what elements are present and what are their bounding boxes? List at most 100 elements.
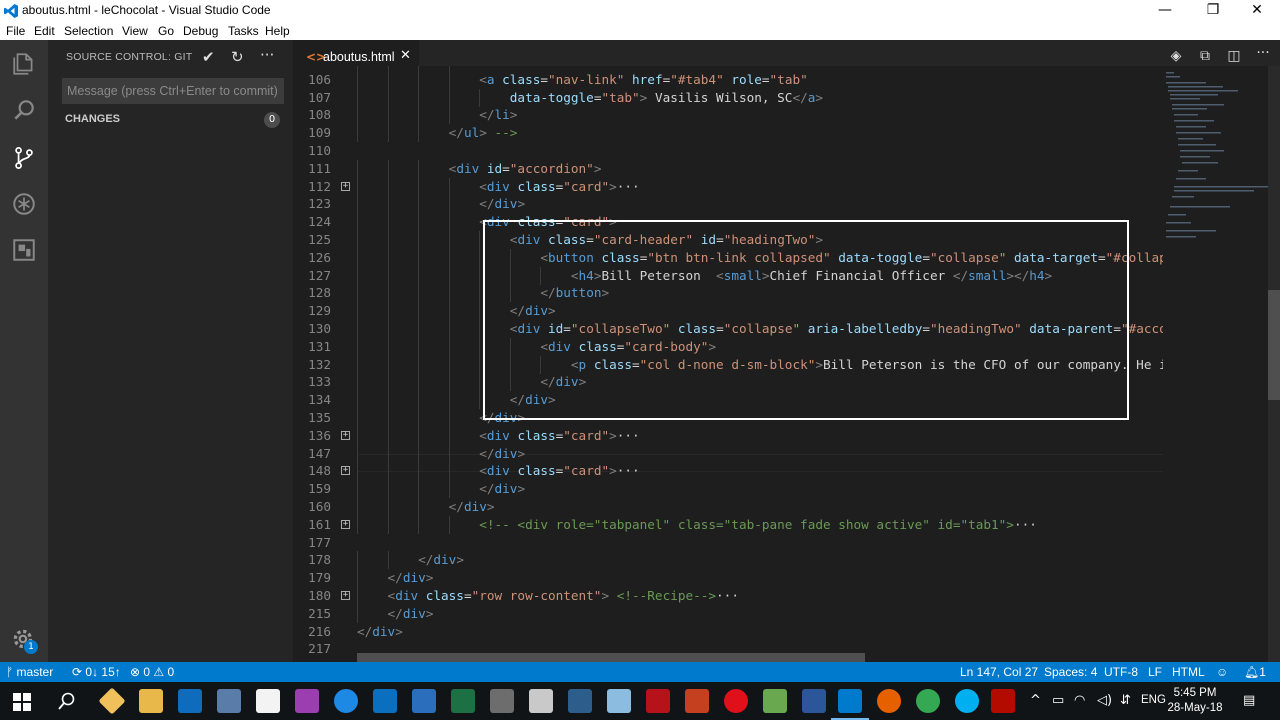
skype-icon[interactable] — [955, 689, 979, 713]
filezilla-icon[interactable] — [646, 689, 670, 713]
app-icon-5[interactable] — [529, 689, 553, 713]
horizontal-scrollbar-thumb[interactable] — [357, 653, 865, 662]
store-icon[interactable] — [373, 689, 397, 713]
end-of-line[interactable]: LF — [1148, 665, 1162, 679]
changes-label[interactable]: CHANGES — [65, 113, 120, 125]
split-editor-icon[interactable]: ◫ — [1224, 48, 1244, 68]
minimap[interactable] — [1163, 66, 1269, 662]
search-icon[interactable] — [0, 88, 48, 132]
extensions-icon[interactable] — [0, 228, 48, 272]
network-icon[interactable]: ⇵ — [1120, 693, 1131, 708]
menu-selection[interactable]: Selection — [64, 24, 113, 38]
language-mode[interactable]: HTML — [1172, 665, 1205, 679]
code-line[interactable]: 112 + <div class="card">··· — [293, 177, 1163, 196]
menu-tasks[interactable]: Tasks — [228, 24, 259, 38]
indentation[interactable]: Spaces: 4 — [1044, 665, 1097, 679]
action-center-icon[interactable]: ▤ — [1243, 693, 1255, 708]
code-line[interactable]: 216 </div> — [293, 623, 1163, 641]
powershell-icon[interactable] — [412, 689, 436, 713]
debug-icon[interactable] — [0, 182, 48, 226]
menu-go[interactable]: Go — [158, 24, 174, 38]
app-icon-8[interactable] — [763, 689, 787, 713]
fold-expand-icon[interactable]: + — [341, 519, 350, 529]
powerpoint-icon[interactable] — [685, 689, 709, 713]
code-line[interactable]: 178 </div> — [293, 551, 1163, 570]
clock[interactable]: 5:45 PM 28-May-18 — [1160, 686, 1230, 716]
code-line[interactable]: 180 + <div class="row row-content"> <!--Re… — [293, 587, 1163, 605]
edge-browser-icon[interactable] — [334, 689, 358, 713]
code-line[interactable]: 160 </div> — [293, 498, 1163, 516]
code-line[interactable]: 179 </div> — [293, 569, 1163, 588]
vscode-taskbar-icon[interactable] — [838, 689, 862, 713]
fold-expand-icon[interactable]: + — [341, 181, 350, 191]
menu-edit[interactable]: Edit — [34, 24, 55, 38]
sync-indicator[interactable]: ⟳ 0↓ 15↑ — [72, 665, 121, 679]
app-icon-6[interactable] — [568, 689, 592, 713]
menu-file[interactable]: File — [6, 24, 25, 38]
word-icon[interactable] — [802, 689, 826, 713]
taskbar-search-icon[interactable] — [58, 692, 76, 710]
app-icon-4[interactable] — [490, 689, 514, 713]
fold-expand-icon[interactable]: + — [341, 430, 350, 440]
code-line[interactable]: 159 </div> — [293, 480, 1163, 499]
git-app-icon[interactable] — [98, 687, 126, 715]
feedback-smiley-icon[interactable]: ☺ — [1216, 665, 1228, 679]
notifications-indicator[interactable]: 🔔︎1 — [1244, 665, 1266, 679]
vertical-scrollbar-thumb[interactable] — [1268, 290, 1280, 400]
branch-indicator[interactable]: ᚠ master — [6, 665, 53, 679]
firefox-icon[interactable] — [877, 689, 901, 713]
code-line[interactable]: 161 + <!-- <div role="tabpanel" class="tab… — [293, 515, 1163, 534]
code-line[interactable]: 110 — [293, 142, 1163, 160]
acrobat-icon[interactable] — [991, 689, 1015, 713]
code-line[interactable]: 111 <div id="accordion"> — [293, 159, 1163, 178]
tab-close-icon[interactable]: ✕ — [400, 48, 411, 63]
app-icon-1[interactable] — [217, 689, 241, 713]
app-icon-3[interactable] — [295, 689, 319, 713]
fold-expand-icon[interactable]: + — [341, 591, 350, 600]
outlook-icon[interactable] — [178, 689, 202, 713]
code-line[interactable]: 136 + <div class="card">··· — [293, 426, 1163, 445]
open-changes-icon[interactable]: ⧉ — [1195, 48, 1215, 68]
wifi-icon[interactable]: ◠ — [1074, 693, 1085, 708]
excel-icon[interactable] — [451, 689, 475, 713]
windows-start-icon[interactable] — [13, 693, 31, 711]
close-window-button[interactable]: ✕ — [1234, 0, 1280, 22]
code-line[interactable]: 177 — [293, 534, 1163, 552]
source-control-icon[interactable] — [0, 136, 48, 180]
code-line[interactable]: 107 data-toggle="tab"> Vasilis Wilson, SC… — [293, 88, 1163, 107]
minimize-button[interactable]: — — [1142, 0, 1188, 22]
encoding[interactable]: UTF-8 — [1104, 665, 1138, 679]
menu-view[interactable]: View — [122, 24, 148, 38]
commit-check-icon[interactable]: ✔ — [202, 48, 215, 66]
commit-message-input[interactable] — [62, 78, 284, 104]
app-icon-7[interactable] — [607, 689, 631, 713]
menu-debug[interactable]: Debug — [183, 24, 218, 38]
indent-guide — [448, 462, 450, 481]
chrome-icon[interactable] — [916, 689, 940, 713]
app-icon-2[interactable] — [256, 689, 280, 713]
explorer-icon[interactable] — [0, 42, 48, 86]
indent-guide — [479, 355, 481, 374]
tray-expand-icon[interactable]: ^ — [1030, 693, 1041, 708]
cursor-position[interactable]: Ln 147, Col 27 — [960, 665, 1038, 679]
git-compare-icon[interactable]: ◈ — [1166, 48, 1186, 68]
fold-expand-icon[interactable]: + — [341, 466, 350, 476]
more-actions-icon[interactable]: ··· — [260, 46, 274, 64]
refresh-icon[interactable]: ↻ — [231, 48, 244, 66]
settings-gear-icon[interactable]: 1 — [0, 618, 48, 662]
code-line[interactable]: 106 <a class="nav-link" href="#tab4" role… — [293, 70, 1163, 89]
code-line[interactable]: 147 </div> — [293, 444, 1163, 463]
volume-icon[interactable]: ◁) — [1097, 693, 1112, 708]
code-line[interactable]: 109 </ul> --> — [293, 124, 1163, 143]
problems-indicator[interactable]: ⊗ 0 ⚠ 0 — [130, 665, 174, 679]
file-explorer-icon[interactable] — [139, 689, 163, 713]
code-line[interactable]: 123 </div> — [293, 195, 1163, 214]
code-line[interactable]: 148 + <div class="card">··· — [293, 462, 1163, 481]
maximize-button[interactable]: ❐ — [1190, 0, 1236, 22]
code-line[interactable]: 215 </div> — [293, 604, 1163, 623]
battery-icon[interactable]: ▭ — [1052, 693, 1064, 708]
editor-more-icon[interactable]: ··· — [1253, 45, 1273, 65]
menu-help[interactable]: Help — [265, 24, 290, 38]
code-line[interactable]: 108 </li> — [293, 106, 1163, 125]
opera-icon[interactable] — [724, 689, 748, 713]
